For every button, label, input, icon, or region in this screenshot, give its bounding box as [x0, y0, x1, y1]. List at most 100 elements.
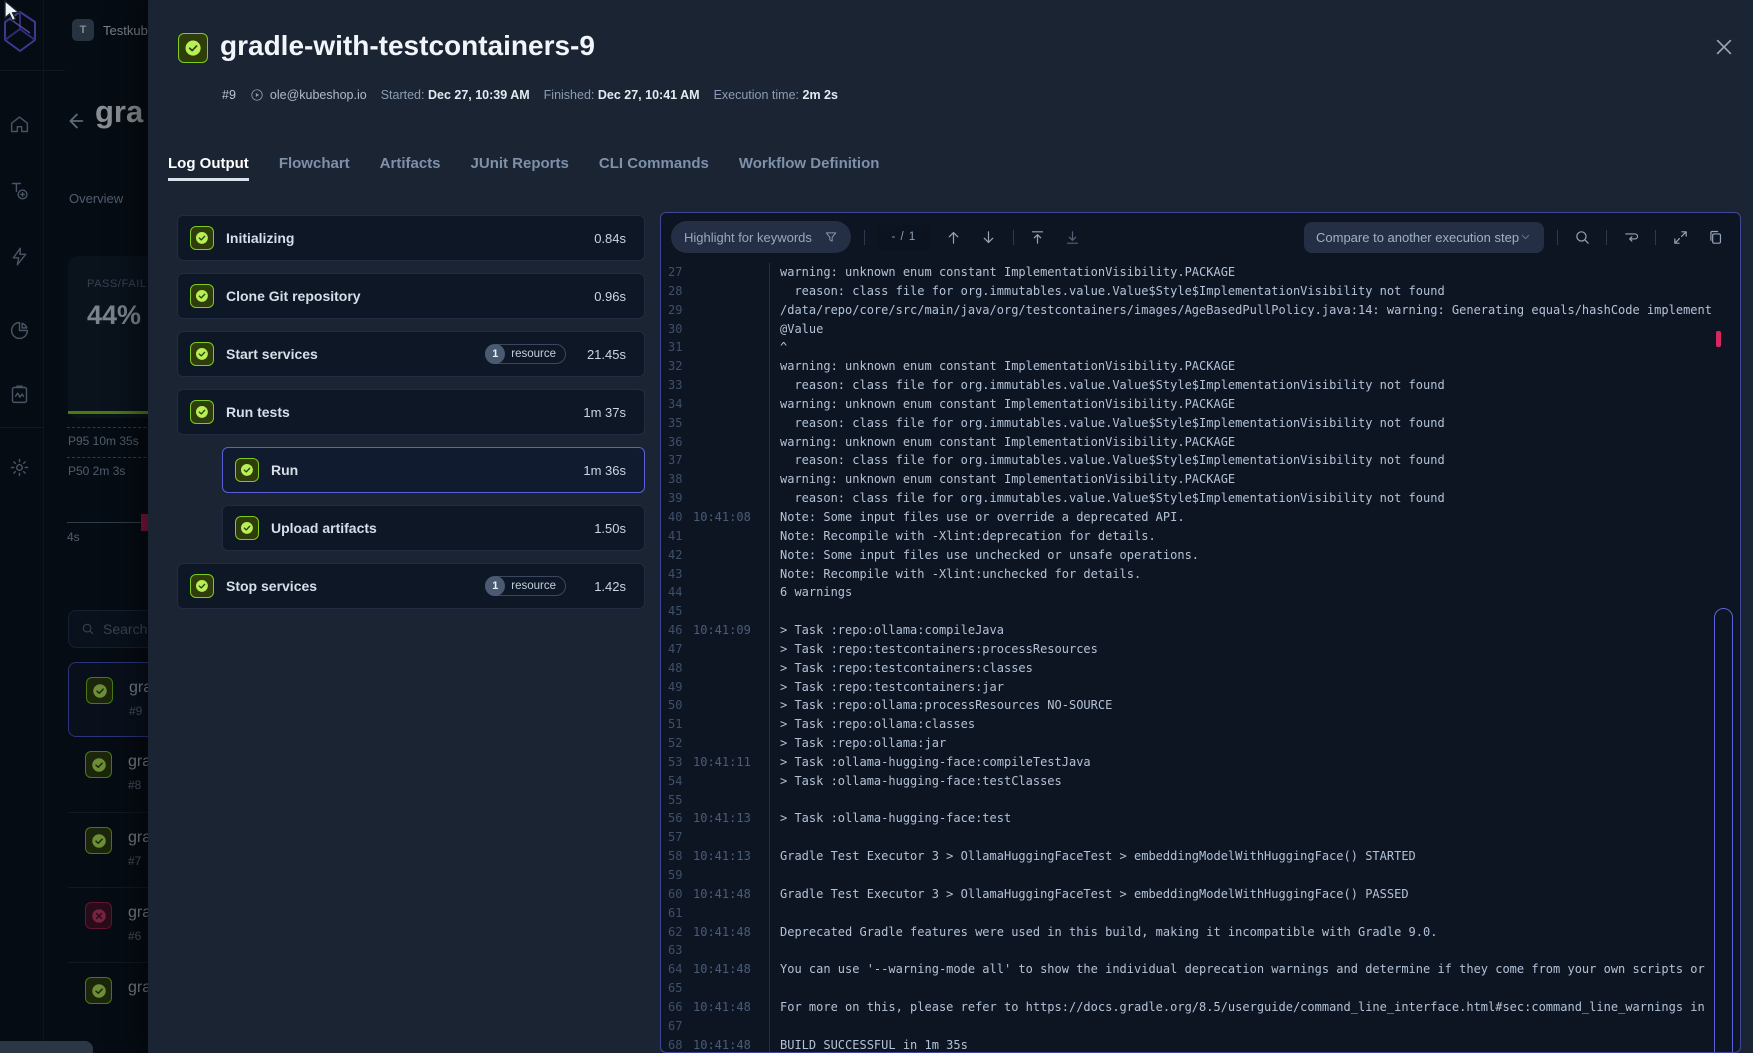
log-output[interactable]: 27 warning: unknown enum constant Implem… — [661, 263, 1740, 1052]
execution-time: Execution time: 2m 2s — [714, 88, 838, 102]
log-timestamp — [693, 395, 769, 414]
log-text — [769, 979, 1740, 998]
log-line: 46 10:41:09 > Task :repo:ollama:compileJ… — [661, 621, 1740, 640]
step-passed-icon — [235, 516, 259, 540]
step-label: Stop services — [226, 578, 317, 594]
log-line-number: 31 — [661, 338, 693, 357]
log-line-number: 46 — [661, 621, 693, 640]
modal-tab[interactable]: Workflow Definition — [739, 146, 880, 180]
modal-tab[interactable]: CLI Commands — [599, 146, 709, 180]
log-text: > Task :repo:ollama:compileJava — [769, 621, 1740, 640]
log-line-number: 54 — [661, 772, 693, 791]
log-line: 45 — [661, 602, 1740, 621]
steps-list: Initializing 0.84s Clone Git repository … — [177, 215, 645, 621]
highlight-keywords-dropdown[interactable]: Highlight for keywords — [671, 221, 851, 253]
step-label: Run — [271, 462, 298, 478]
log-text: > Task :repo:ollama:processResources NO-… — [769, 696, 1740, 715]
scroll-to-bottom-icon[interactable] — [1062, 226, 1084, 248]
log-timestamp — [693, 734, 769, 753]
log-line-number: 34 — [661, 395, 693, 414]
log-text — [769, 602, 1740, 621]
resource-text: resource — [504, 348, 565, 360]
log-line: 64 10:41:48 You can use '--warning-mode … — [661, 960, 1740, 979]
log-timestamp — [693, 583, 769, 602]
step-card[interactable]: Run tests 1m 37s — [177, 389, 645, 435]
log-timestamp — [693, 357, 769, 376]
modal-tab[interactable]: JUnit Reports — [471, 146, 569, 180]
scroll-to-top-icon[interactable] — [1027, 226, 1049, 248]
modal-tab[interactable]: Artifacts — [380, 146, 441, 180]
log-timestamp: 10:41:48 — [693, 923, 769, 942]
scrollbar-thumb[interactable] — [1714, 608, 1733, 1053]
log-timestamp — [693, 376, 769, 395]
execution-meta: #9 ole@kubeshop.io Started: Dec 27, 10:3… — [222, 88, 838, 102]
log-text — [769, 904, 1740, 923]
log-line: 31 ^ — [661, 338, 1740, 357]
log-line: 61 — [661, 904, 1740, 923]
step-label: Initializing — [226, 230, 294, 246]
log-line-number: 59 — [661, 866, 693, 885]
step-card[interactable]: Stop services 1 resource 1.42s — [177, 563, 645, 609]
step-card[interactable]: Run 1m 36s — [222, 447, 645, 493]
log-line-number: 39 — [661, 489, 693, 508]
copy-icon[interactable] — [1704, 226, 1726, 248]
step-card[interactable]: Clone Git repository 0.96s — [177, 273, 645, 319]
log-timestamp — [693, 772, 769, 791]
expand-icon[interactable] — [1669, 226, 1691, 248]
modal-backdrop[interactable] — [0, 0, 148, 1053]
log-text: Note: Some input files use unchecked or … — [769, 546, 1740, 565]
search-icon[interactable] — [1571, 226, 1593, 248]
step-duration: 1.50s — [578, 521, 626, 536]
log-timestamp — [693, 941, 769, 960]
wrap-text-icon[interactable] — [1620, 226, 1642, 248]
log-line: 33 reason: class file for org.immutables… — [661, 376, 1740, 395]
step-duration: 1m 37s — [578, 405, 626, 420]
execution-number: #9 — [222, 88, 236, 102]
log-line: 38 warning: unknown enum constant Implem… — [661, 470, 1740, 489]
modal-tab[interactable]: Log Output — [168, 146, 249, 180]
log-line: 51 > Task :repo:ollama:classes — [661, 715, 1740, 734]
modal-tab[interactable]: Flowchart — [279, 146, 350, 180]
log-text: warning: unknown enum constant Implement… — [769, 263, 1740, 282]
log-line-number: 52 — [661, 734, 693, 753]
step-passed-icon — [190, 400, 214, 424]
log-line: 39 reason: class file for org.immutables… — [661, 489, 1740, 508]
log-line-number: 41 — [661, 527, 693, 546]
log-line-number: 58 — [661, 847, 693, 866]
log-line-number: 40 — [661, 508, 693, 527]
log-line: 66 10:41:48 For more on this, please ref… — [661, 998, 1740, 1017]
arrow-down-icon[interactable] — [978, 226, 1000, 248]
log-viewer: Highlight for keywords - / 1 Compare to … — [660, 212, 1741, 1053]
step-duration: 1.42s — [578, 579, 626, 594]
step-duration: 0.96s — [578, 289, 626, 304]
log-text: warning: unknown enum constant Implement… — [769, 470, 1740, 489]
compare-step-dropdown[interactable]: Compare to another execution step — [1304, 222, 1544, 253]
triggered-by: ole@kubeshop.io — [250, 88, 367, 102]
log-line: 67 — [661, 1017, 1740, 1036]
log-text: > Task :repo:ollama:jar — [769, 734, 1740, 753]
close-icon[interactable] — [1709, 32, 1739, 62]
log-text: > Task :repo:testcontainers:processResou… — [769, 640, 1740, 659]
toolbar-divider — [1557, 230, 1558, 245]
chevron-down-icon — [1519, 230, 1532, 244]
log-line: 68 10:41:48 BUILD SUCCESSFUL in 1m 35s — [661, 1036, 1740, 1053]
step-card[interactable]: Upload artifacts 1.50s — [222, 505, 645, 551]
log-timestamp: 10:41:48 — [693, 960, 769, 979]
log-text: You can use '--warning-mode all' to show… — [769, 960, 1740, 979]
arrow-up-icon[interactable] — [943, 226, 965, 248]
log-line-number: 61 — [661, 904, 693, 923]
log-text: 6 warnings — [769, 583, 1740, 602]
step-card[interactable]: Initializing 0.84s — [177, 215, 645, 261]
step-passed-icon — [190, 284, 214, 308]
log-timestamp: 10:41:09 — [693, 621, 769, 640]
log-line: 29 /data/repo/core/src/main/java/org/tes… — [661, 301, 1740, 320]
toolbar-divider — [1606, 230, 1607, 245]
log-line-number: 53 — [661, 753, 693, 772]
log-line: 62 10:41:48 Deprecated Gradle features w… — [661, 923, 1740, 942]
modal-title: gradle-with-testcontainers-9 — [220, 30, 595, 62]
finished-at: Finished: Dec 27, 10:41 AM — [544, 88, 700, 102]
step-card[interactable]: Start services 1 resource 21.45s — [177, 331, 645, 377]
log-timestamp — [693, 263, 769, 282]
log-timestamp — [693, 320, 769, 339]
log-timestamp — [693, 602, 769, 621]
